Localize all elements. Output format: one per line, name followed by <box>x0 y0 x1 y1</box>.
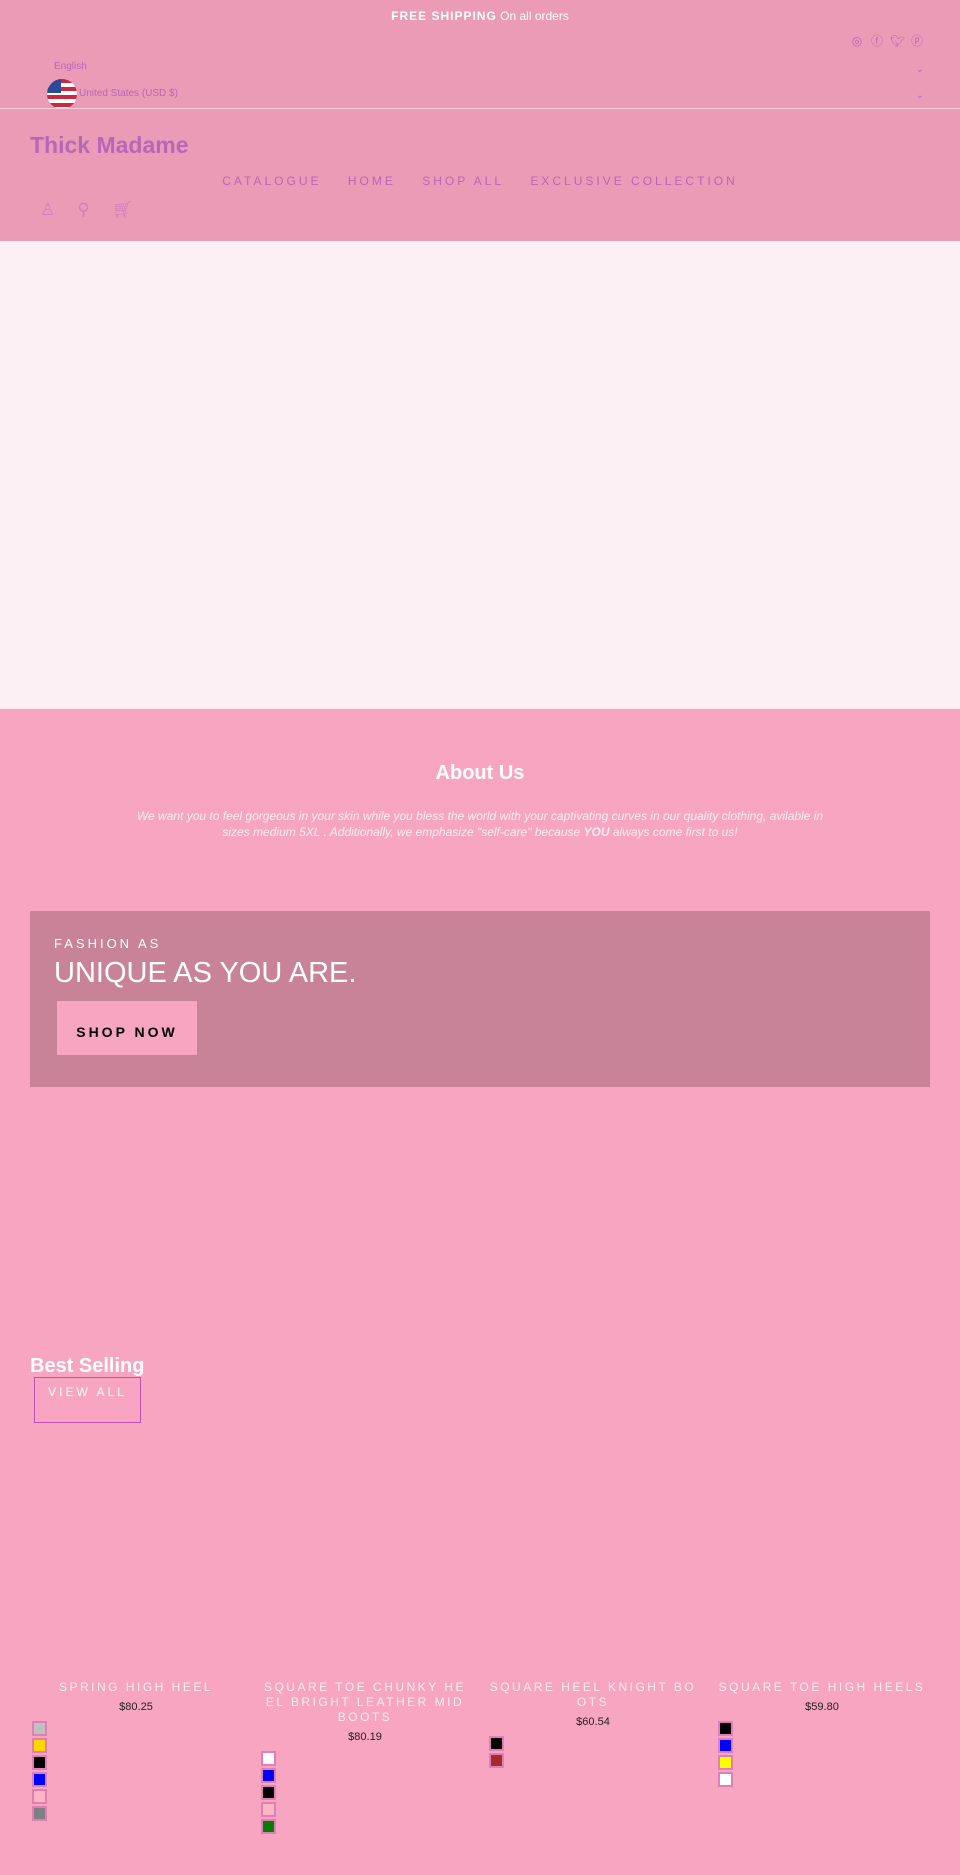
currency-select[interactable]: United States (USD $) <box>79 88 178 99</box>
language-select[interactable]: English <box>54 61 87 72</box>
promo-banner: FASHION AS UNIQUE AS YOU ARE. SHOP NOW <box>30 911 930 1087</box>
color-swatch[interactable] <box>718 1772 733 1787</box>
nav-home[interactable]: HOME <box>348 174 396 188</box>
chevron-down-icon[interactable]: ⌄ <box>916 90 924 101</box>
product-card[interactable]: SQUARE TOE CHUNKY HEEL BRIGHT LEATHER MI… <box>259 1680 471 1836</box>
main-nav: CATALOGUE HOME SHOP ALL EXCLUSIVE COLLEC… <box>0 174 960 188</box>
product-title[interactable]: SPRING HIGH HEEL <box>30 1680 242 1695</box>
product-card[interactable]: SQUARE TOE HIGH HEELS $59.80 <box>716 1680 928 1789</box>
view-all-button[interactable]: VIEW ALL <box>34 1377 141 1423</box>
color-swatch[interactable] <box>489 1753 504 1768</box>
color-swatches <box>32 1721 242 1821</box>
nav-catalogue[interactable]: CATALOGUE <box>222 174 321 188</box>
product-card[interactable]: SQUARE HEEL KNIGHT BOOTS $60.54 <box>487 1680 699 1770</box>
divider <box>0 108 960 109</box>
color-swatch[interactable] <box>718 1738 733 1753</box>
hero-banner <box>0 241 960 709</box>
twitter-icon[interactable]: 🐦︎ <box>890 34 905 48</box>
banner-subtitle: FASHION AS <box>54 936 162 951</box>
color-swatches <box>261 1751 471 1834</box>
announcement-bold: FREE SHIPPING <box>391 9 497 23</box>
header: FREE SHIPPING On all orders ◎ ⓕ 🐦︎ ⓟ Eng… <box>0 0 960 241</box>
color-swatch[interactable] <box>261 1785 276 1800</box>
banner-title: UNIQUE AS YOU ARE. <box>54 957 357 989</box>
color-swatches <box>718 1721 928 1787</box>
shop-now-button[interactable]: SHOP NOW <box>57 1001 197 1055</box>
account-icon[interactable]: ♙ <box>40 200 55 220</box>
color-swatch[interactable] <box>718 1721 733 1736</box>
product-price: $80.19 <box>348 1731 382 1743</box>
product-price: $80.25 <box>119 1701 153 1713</box>
color-swatch[interactable] <box>32 1772 47 1787</box>
color-swatch[interactable] <box>261 1768 276 1783</box>
color-swatches <box>489 1736 699 1768</box>
product-title[interactable]: SQUARE TOE CHUNKY HEEL BRIGHT LEATHER MI… <box>259 1680 471 1725</box>
logo[interactable]: Thick Madame <box>30 132 189 159</box>
product-card[interactable]: SPRING HIGH HEEL $80.25 <box>30 1680 242 1823</box>
color-swatch[interactable] <box>32 1806 47 1821</box>
product-title[interactable]: SQUARE HEEL KNIGHT BOOTS <box>487 1680 699 1710</box>
social-links: ◎ ⓕ 🐦︎ ⓟ <box>850 34 924 48</box>
color-swatch[interactable] <box>718 1755 733 1770</box>
product-price: $59.80 <box>805 1701 839 1713</box>
search-icon[interactable]: ⚲ <box>77 200 89 220</box>
color-swatch[interactable] <box>32 1789 47 1804</box>
pinterest-icon[interactable]: ⓟ <box>910 34 924 48</box>
facebook-icon[interactable]: ⓕ <box>870 34 884 48</box>
nav-shop-all[interactable]: SHOP ALL <box>422 174 504 188</box>
color-swatch[interactable] <box>261 1802 276 1817</box>
chevron-down-icon[interactable]: ⌄ <box>916 64 924 75</box>
color-swatch[interactable] <box>261 1751 276 1766</box>
best-selling-title: Best Selling <box>30 1355 145 1377</box>
color-swatch[interactable] <box>32 1721 47 1736</box>
color-swatch[interactable] <box>32 1755 47 1770</box>
announcement-text: On all orders <box>500 9 569 23</box>
color-swatch[interactable] <box>489 1736 504 1751</box>
color-swatch[interactable] <box>32 1738 47 1753</box>
color-swatch[interactable] <box>261 1819 276 1834</box>
header-icons: ♙ ⚲ 🛒︎ <box>40 200 133 220</box>
product-title[interactable]: SQUARE TOE HIGH HEELS <box>716 1680 928 1695</box>
instagram-icon[interactable]: ◎ <box>850 34 864 48</box>
us-flag-icon <box>47 79 77 109</box>
about-text: We want you to feel gorgeous in your ski… <box>136 809 824 839</box>
cart-icon[interactable]: 🛒︎ <box>112 200 134 220</box>
about-title: About Us <box>435 762 525 784</box>
product-price: $60.54 <box>576 1716 610 1728</box>
nav-exclusive-collection[interactable]: EXCLUSIVE COLLECTION <box>530 174 737 188</box>
announcement-bar: FREE SHIPPING On all orders <box>0 9 960 23</box>
